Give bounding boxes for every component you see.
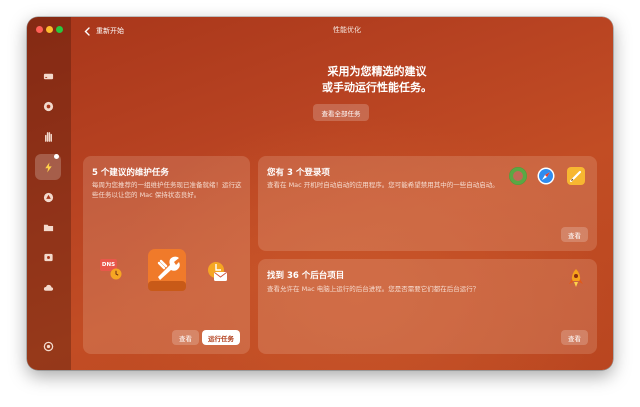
- view-all-tasks-button[interactable]: 查看全部任务: [313, 104, 369, 121]
- maintenance-toolbox-icon: [146, 247, 188, 293]
- run-tasks-button[interactable]: 运行任务: [202, 330, 240, 345]
- shield-icon: [43, 101, 53, 111]
- sidebar-item-cloud[interactable]: [40, 279, 56, 295]
- dns-cache-icon: DNS: [100, 257, 124, 281]
- back-button[interactable]: 重新开始: [84, 24, 124, 38]
- rocket-icon: [569, 269, 583, 287]
- account-icon: [43, 341, 53, 351]
- hand-icon: [44, 131, 52, 142]
- hero-heading: 采用为您精选的建议 或手动运行性能任务。: [227, 64, 527, 96]
- clock-icon: [110, 268, 122, 280]
- cloud-icon: [43, 284, 53, 291]
- login-app-icon-3: [567, 167, 585, 185]
- close-window-button[interactable]: [36, 26, 43, 33]
- lock-icon: [43, 253, 53, 261]
- sidebar-item-cleanup[interactable]: [40, 68, 56, 84]
- pencil-icon: [569, 170, 582, 183]
- login-items-view-button[interactable]: 查看: [561, 227, 588, 242]
- folder-icon: [43, 224, 53, 231]
- wrench-icon: [148, 249, 186, 291]
- mail-speedup-icon: [206, 260, 230, 284]
- chevron-left-icon: [84, 26, 90, 36]
- sidebar-item-account[interactable]: [40, 338, 56, 354]
- maintenance-card-description: 每周为您推荐的一组维护任务现已准备就绪！运行这些任务以让您的 Mac 保持状态良…: [92, 181, 242, 199]
- sidebar-item-performance[interactable]: [40, 159, 56, 175]
- apps-icon: [43, 192, 53, 202]
- login-app-icon-2: [537, 167, 555, 185]
- background-items-view-button[interactable]: 查看: [561, 330, 588, 345]
- background-items-title: 找到 36 个后台项目: [267, 271, 345, 281]
- disk-icon: [43, 73, 53, 79]
- maintenance-view-button[interactable]: 查看: [172, 330, 199, 345]
- round-app-icon: [509, 167, 527, 185]
- zoom-window-button[interactable]: [56, 26, 63, 33]
- maintenance-card-title: 5 个建议的维护任务: [92, 168, 169, 178]
- back-label: 重新开始: [96, 27, 124, 35]
- lightning-icon: [44, 161, 52, 173]
- app-window: 重新开始 性能优化 采用为您精选的建议 或手动运行性能任务。 查看全部任务 5 …: [27, 17, 613, 370]
- compass-icon: [537, 167, 555, 185]
- sidebar-item-applications[interactable]: [40, 189, 56, 205]
- window-title: 性能优化: [333, 26, 361, 34]
- sidebar-item-security[interactable]: [40, 249, 56, 265]
- minimize-window-button[interactable]: [46, 26, 53, 33]
- background-app-icon: [567, 268, 585, 288]
- hero-line-2: 或手动运行性能任务。: [322, 81, 432, 94]
- login-app-icon-1: [509, 167, 527, 185]
- sidebar-item-protection[interactable]: [40, 98, 56, 114]
- hero-line-1: 采用为您精选的建议: [327, 65, 427, 78]
- sidebar-item-privacy[interactable]: [40, 128, 56, 144]
- login-items-title: 您有 3 个登录项: [267, 168, 330, 178]
- sidebar-item-files[interactable]: [40, 219, 56, 235]
- background-items-description: 查看允许在 Mac 电脑上运行的后台进程。您是否需要它们都在后台运行？: [267, 285, 480, 293]
- mail-icon: [208, 262, 227, 281]
- login-items-description: 查看在 Mac 开机时自动启动的应用程序。您可能希望禁用其中的一些自动启动。: [267, 181, 499, 189]
